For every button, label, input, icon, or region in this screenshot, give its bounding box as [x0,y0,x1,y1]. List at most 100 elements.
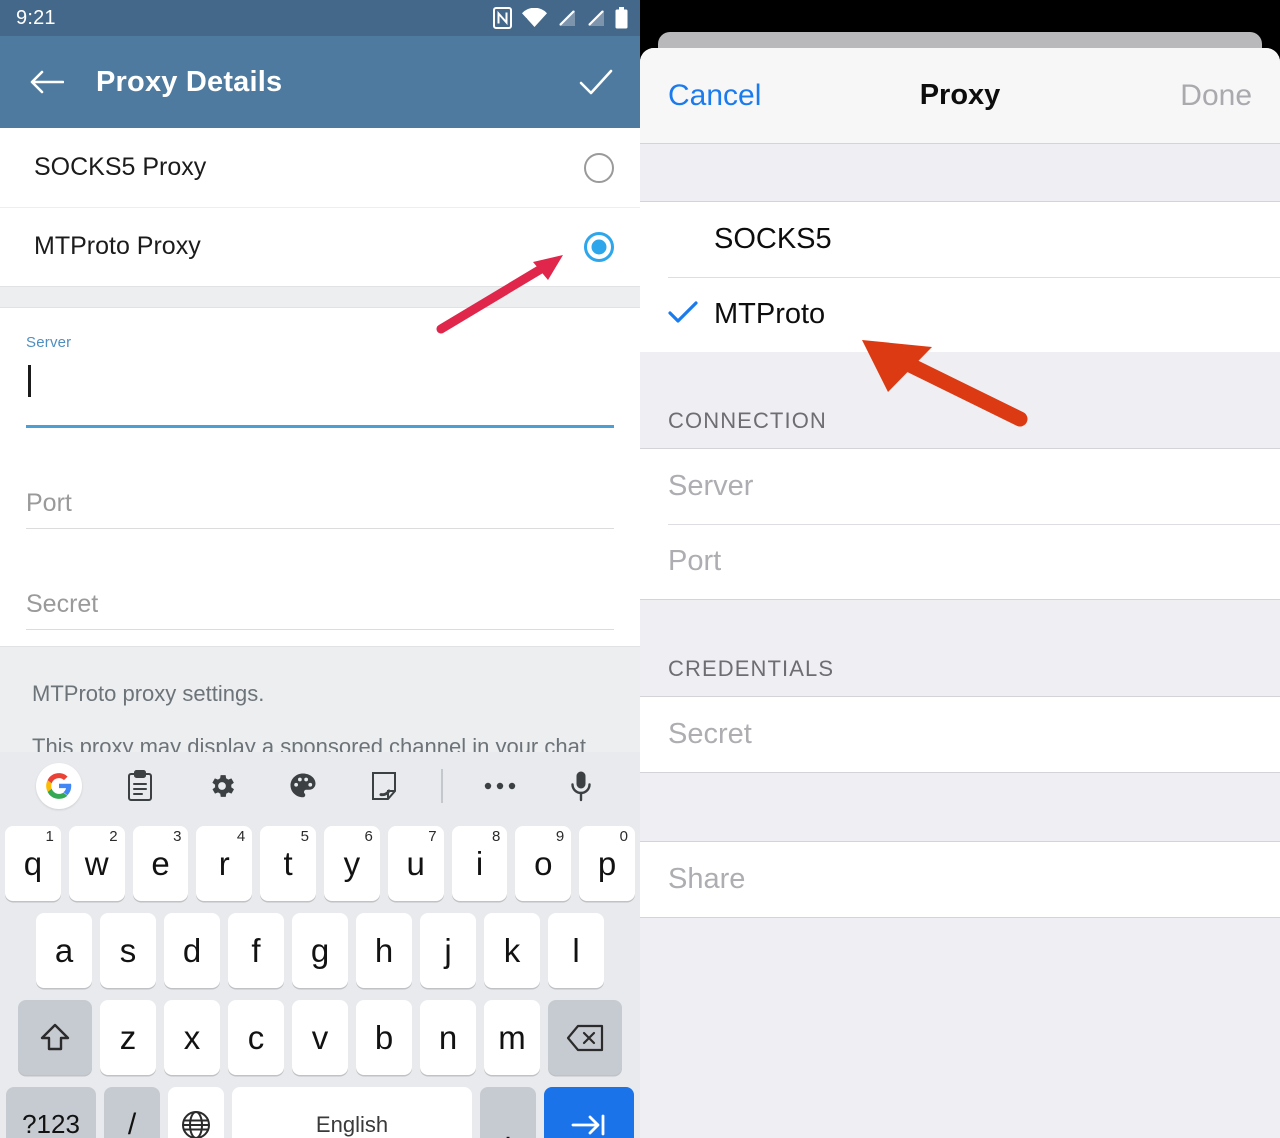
key-f[interactable]: f [228,913,284,988]
key-o[interactable]: 9o [515,826,572,901]
key-d[interactable]: d [164,913,220,988]
key-hint: 9 [555,828,565,845]
ios-option-mtproto[interactable]: MTProto [640,277,1280,352]
gear-icon[interactable] [181,771,262,801]
port-field[interactable]: Port [26,428,614,528]
key-y[interactable]: 6y [324,826,380,901]
globe-icon[interactable] [168,1087,224,1138]
key-hint: 7 [428,828,437,845]
description-line-1: MTProto proxy settings. [32,681,265,706]
keyboard-row-2: a s d f g h j k l [0,907,640,994]
option-row-socks5[interactable]: SOCKS5 Proxy [0,128,640,207]
key-c[interactable]: c [228,1000,284,1075]
key-j[interactable]: j [420,913,476,988]
key-hint: 3 [173,828,182,845]
shift-icon[interactable] [18,1000,92,1075]
key-x[interactable]: x [164,1000,220,1075]
ios-secret-field[interactable]: Secret [640,697,1280,772]
ios-option-socks5[interactable]: SOCKS5 [640,202,1280,277]
option-label: SOCKS5 [714,223,832,255]
ios-share-row[interactable]: Share [640,842,1280,917]
ios-nav-bar: Cancel Proxy Done [640,48,1280,144]
secret-placeholder: Secret [668,718,752,750]
radio-socks5[interactable] [584,152,614,183]
palette-icon[interactable] [262,771,343,801]
android-app-bar: Proxy Details [0,36,640,128]
key-a[interactable]: a [36,913,92,988]
server-placeholder: Server [668,470,754,502]
server-field[interactable]: Server [26,308,614,412]
keyboard-row-4: ?123 / English . [0,1081,640,1138]
ios-server-field[interactable]: Server [640,449,1280,524]
sticker-icon[interactable] [344,771,425,801]
key-k[interactable]: k [484,913,540,988]
back-arrow-icon[interactable] [26,61,68,103]
key-label: p [597,844,617,882]
key-e[interactable]: 3e [132,826,189,901]
google-g-icon[interactable] [18,763,99,809]
section-header-credentials: CREDENTIALS [640,600,1280,696]
tab-next-icon[interactable] [544,1087,634,1138]
signal-off-icon [557,8,577,28]
port-placeholder: Port [668,545,722,577]
secret-field[interactable]: Secret [26,529,614,629]
description-line-2: This proxy may display a sponsored chann… [32,733,586,752]
period-key[interactable]: . [480,1087,536,1138]
key-r[interactable]: 4r [196,826,253,901]
nfc-icon [493,7,512,29]
backspace-icon[interactable] [548,1000,622,1075]
key-u[interactable]: 7u [387,826,444,901]
android-panel: 9:21 Proxy Details SOCKS5 Proxy MTProto … [0,0,640,1138]
proxy-form: Server Port Secret [0,308,640,646]
key-label: e [151,844,170,882]
key-q[interactable]: 1q [5,826,61,901]
share-label: Share [668,863,746,895]
status-clock: 9:21 [16,6,56,29]
key-s[interactable]: s [100,913,156,988]
key-w[interactable]: 2w [68,826,125,901]
option-row-mtproto[interactable]: MTProto Proxy [0,207,640,286]
key-b[interactable]: b [356,1000,412,1075]
key-l[interactable]: l [548,913,604,988]
space-key[interactable]: English [232,1087,472,1138]
key-label: i [475,844,484,882]
section-gap [0,286,640,308]
key-hint: 0 [619,828,628,845]
key-g[interactable]: g [292,913,348,988]
key-hint: 8 [492,828,501,845]
done-button[interactable]: Done [1180,79,1252,113]
key-i[interactable]: 8i [451,826,508,901]
symbols-key[interactable]: ?123 [6,1087,96,1138]
option-label: MTProto Proxy [34,232,201,260]
ios-connection-group: Server Port [640,448,1280,600]
ios-panel: Cancel Proxy Done SOCKS5 MTProto CONNECT… [640,0,1280,1138]
secret-placeholder: Secret [26,590,99,618]
key-t[interactable]: 5t [260,826,316,901]
android-keyboard: 1q 2w 3e 4r 5t 6y 7u 8i 9o 0p a s d f g … [0,752,640,1138]
key-label: o [534,844,553,882]
more-icon[interactable] [459,781,540,791]
ios-modal-sheet: Cancel Proxy Done SOCKS5 MTProto CONNECT… [640,48,1280,1138]
slash-key[interactable]: / [104,1087,160,1138]
proxy-description: MTProto proxy settings. This proxy may d… [0,646,640,752]
keyboard-row-1: 1q 2w 3e 4r 5t 6y 7u 8i 9o 0p [0,820,640,907]
key-hint: 4 [236,828,246,845]
key-m[interactable]: m [484,1000,540,1075]
microphone-icon[interactable] [541,770,622,802]
clipboard-icon[interactable] [99,770,180,802]
key-p[interactable]: 0p [579,826,635,901]
key-h[interactable]: h [356,913,412,988]
ios-port-field[interactable]: Port [640,524,1280,599]
toolbar-divider [425,769,459,803]
key-label: q [23,844,43,882]
radio-mtproto[interactable] [584,231,614,262]
checkmark-icon[interactable] [574,60,618,104]
key-label: u [406,844,425,882]
signal-off-2-icon [586,8,606,28]
key-v[interactable]: v [292,1000,348,1075]
key-hint: 2 [109,828,118,845]
key-z[interactable]: z [100,1000,156,1075]
keyboard-toolbar [0,752,640,820]
key-n[interactable]: n [420,1000,476,1075]
proxy-type-list: SOCKS5 Proxy MTProto Proxy [0,128,640,286]
